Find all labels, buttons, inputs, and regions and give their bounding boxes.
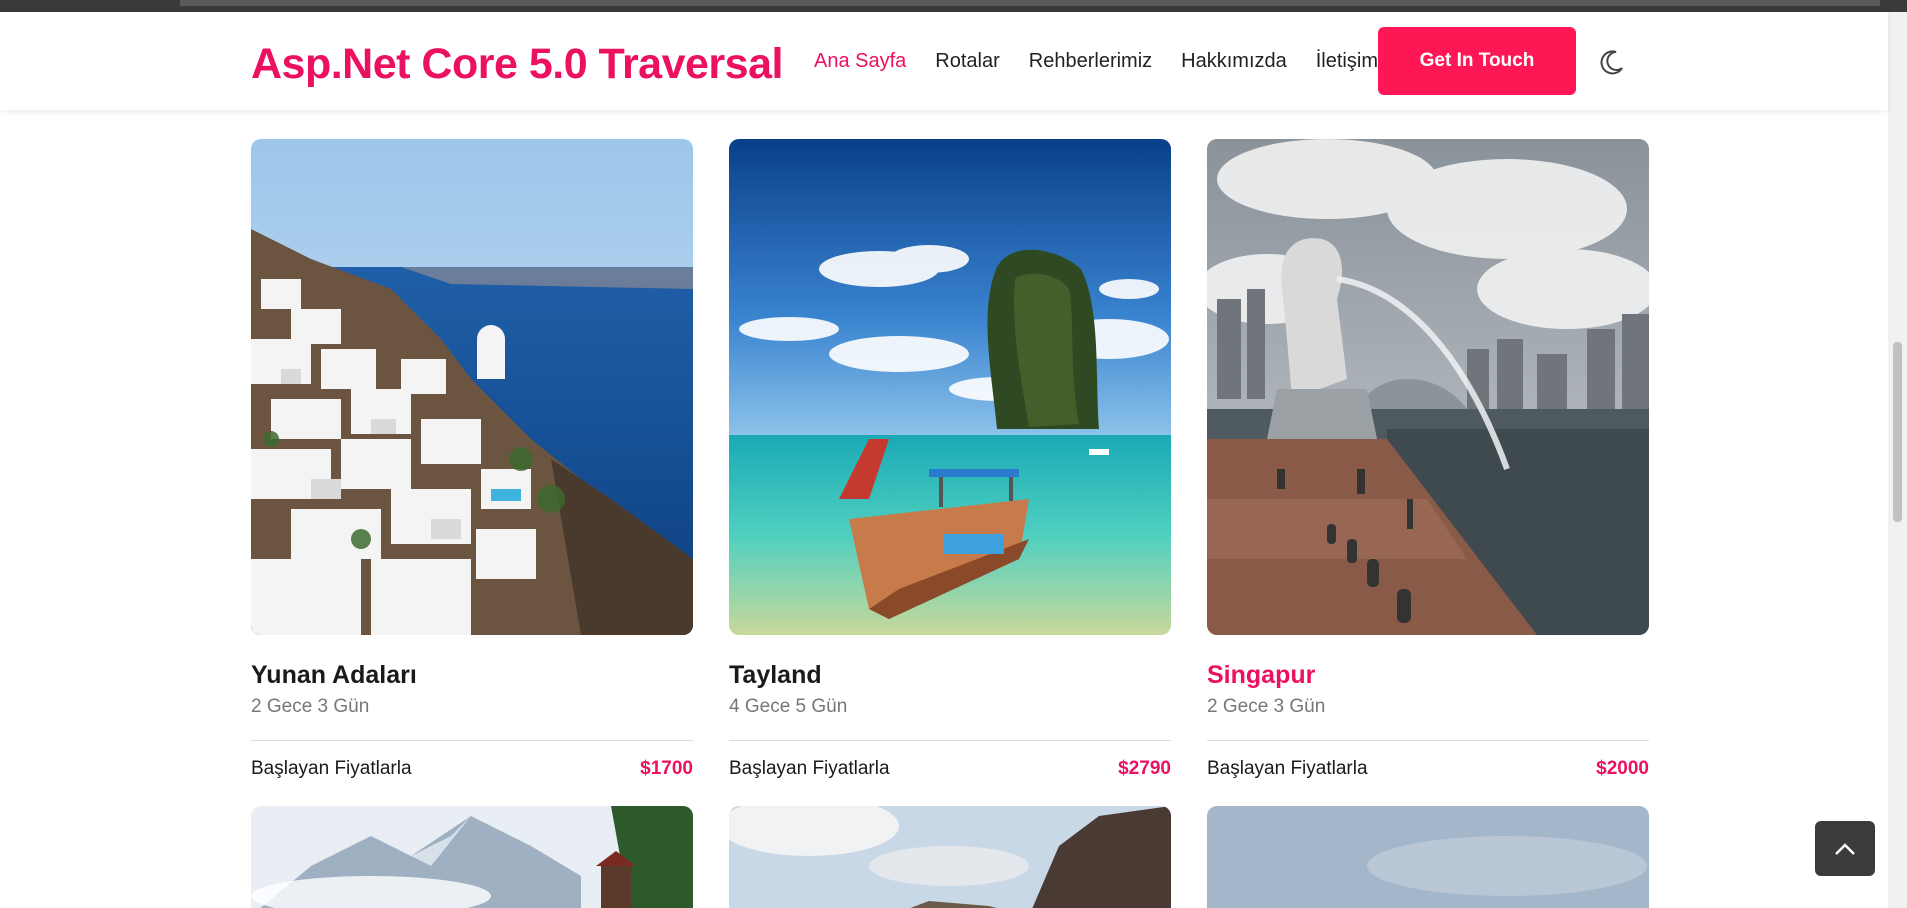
tour-title[interactable]: Yunan Adaları [251,661,693,690]
tour-title[interactable]: Tayland [729,661,1171,690]
tour-photo-sky[interactable] [1207,806,1649,908]
divider [1207,740,1649,741]
tour-duration: 2 Gece 3 Gün [251,696,370,717]
price-label: Başlayan Fiyatlarla [251,758,412,779]
tour-card[interactable]: Tayland 4 Gece 5 Gün Başlayan Fiyatlarla… [729,139,1171,780]
site-header: Asp.Net Core 5.0 Traversal Ana Sayfa Rot… [0,12,1888,110]
tour-card[interactable]: Yunan Adaları 2 Gece 3 Gün Başlayan Fiya… [251,139,693,780]
tour-duration: 2 Gece 3 Gün [1207,696,1326,717]
price-row: Başlayan Fiyatlarla $2000 [1207,758,1649,780]
nav-contact[interactable]: İletişim [1316,50,1378,73]
tour-photo-mountains[interactable] [251,806,693,908]
tour-photo-thailand[interactable] [729,139,1171,635]
price-row: Başlayan Fiyatlarla $1700 [251,758,693,780]
tour-price: $2000 [1596,758,1649,779]
back-to-top-button[interactable] [1815,821,1875,876]
chevron-up-icon [1835,842,1855,855]
tour-price: $1700 [640,758,693,779]
get-in-touch-button[interactable]: Get In Touch [1378,27,1576,95]
main-nav: Ana Sayfa Rotalar Rehberlerimiz Hakkımız… [814,50,1407,73]
page-scrollbar[interactable] [1888,12,1907,908]
nav-routes[interactable]: Rotalar [935,50,999,73]
tour-price: $2790 [1118,758,1171,779]
price-label: Başlayan Fiyatlarla [729,758,890,779]
divider [251,740,693,741]
nav-home[interactable]: Ana Sayfa [814,50,906,73]
nav-guides[interactable]: Rehberlerimiz [1029,50,1152,73]
site-brand[interactable]: Asp.Net Core 5.0 Traversal [251,40,783,89]
moon-icon[interactable] [1598,48,1626,76]
tour-title[interactable]: Singapur [1207,661,1649,690]
tour-duration: 4 Gece 5 Gün [729,696,848,717]
price-label: Başlayan Fiyatlarla [1207,758,1368,779]
scrollbar-thumb[interactable] [1893,342,1902,522]
browser-top-strip [0,0,1907,12]
tour-photo-greece[interactable] [251,139,693,635]
divider [729,740,1171,741]
tour-card[interactable]: Singapur 2 Gece 3 Gün Başlayan Fiyatlarl… [1207,139,1649,780]
nav-about[interactable]: Hakkımızda [1181,50,1287,73]
tour-photo-cliffs[interactable] [729,806,1171,908]
price-row: Başlayan Fiyatlarla $2790 [729,758,1171,780]
tour-photo-singapore[interactable] [1207,139,1649,635]
